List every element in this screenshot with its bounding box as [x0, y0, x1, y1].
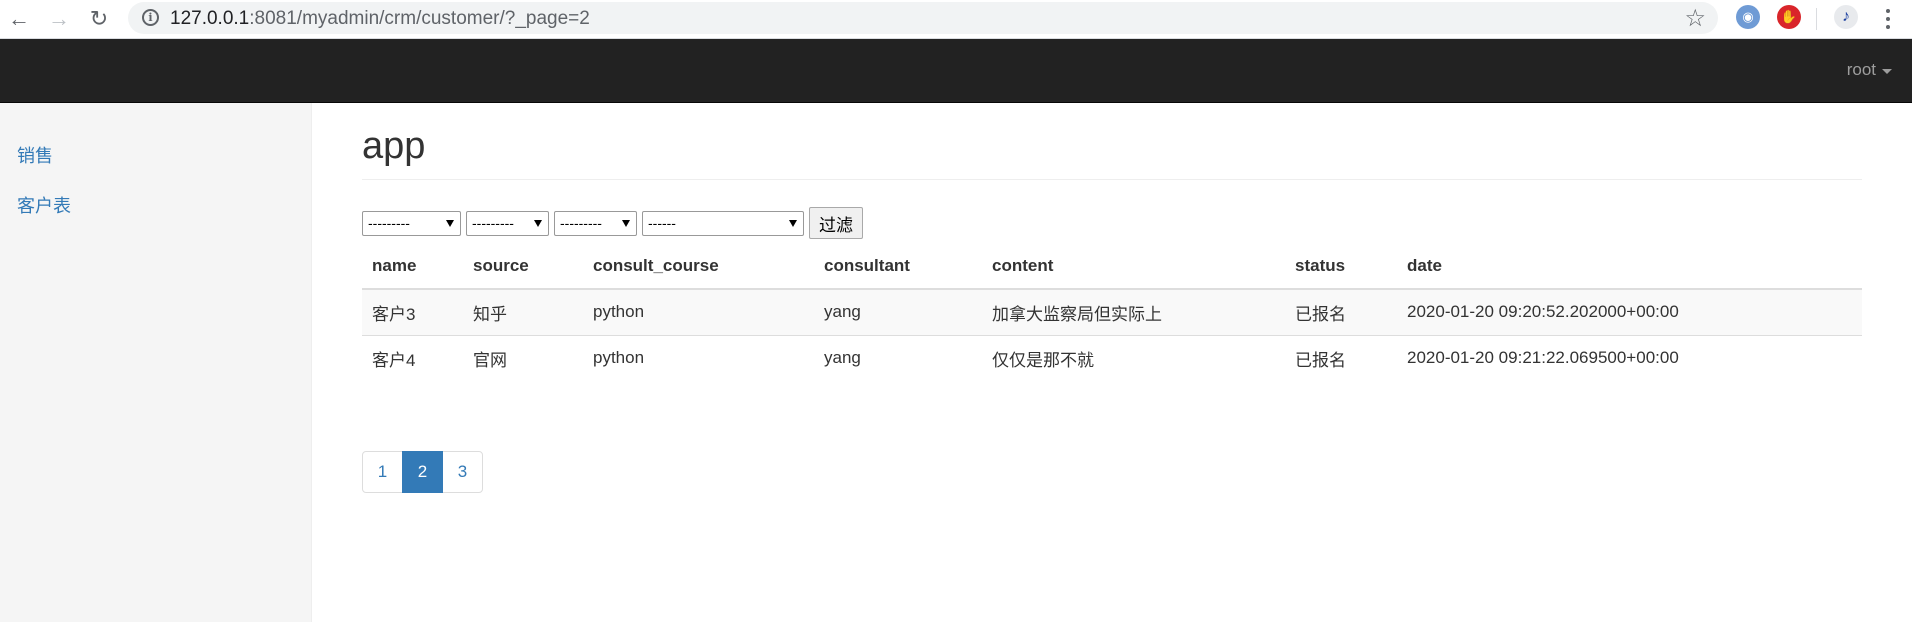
forward-icon[interactable]: →	[44, 4, 74, 34]
header-date[interactable]: date	[1397, 243, 1862, 290]
filter-select-2[interactable]: ---------	[466, 210, 549, 236]
page-link-1[interactable]: 1	[362, 451, 403, 493]
page-link-2-active[interactable]: 2	[402, 451, 443, 493]
cell-consult-course: python	[583, 334, 814, 381]
header-name[interactable]: name	[362, 243, 463, 290]
cell-content: 加拿大监察局但实际上	[982, 288, 1285, 335]
top-navbar: root	[0, 39, 1912, 103]
title-divider	[362, 179, 1862, 180]
browser-menu-icon[interactable]	[1876, 4, 1900, 34]
header-source[interactable]: source	[463, 243, 583, 290]
dropdown-arrow-icon	[622, 219, 630, 227]
cell-status: 已报名	[1285, 334, 1397, 381]
pagination: 1 2 3	[362, 451, 483, 493]
caret-down-icon	[1882, 68, 1892, 74]
page-title: app	[362, 125, 426, 167]
cell-name: 客户3	[362, 288, 463, 335]
cell-consult-course: python	[583, 288, 814, 335]
adblock-icon[interactable]: ✋	[1777, 5, 1801, 29]
header-content[interactable]: content	[982, 243, 1285, 290]
reload-icon[interactable]: ↻	[84, 4, 114, 34]
browser-toolbar: ← → ↻ i 127.0.0.1:8081/myadmin/crm/custo…	[0, 0, 1912, 39]
cell-source: 官网	[463, 334, 583, 381]
bookmark-star-icon[interactable]: ☆	[1684, 4, 1706, 33]
filter-select-3[interactable]: ---------	[554, 210, 637, 236]
sidebar-item-customers[interactable]: 客户表	[17, 192, 71, 218]
header-consultant[interactable]: consultant	[814, 243, 982, 290]
address-bar[interactable]: i 127.0.0.1:8081/myadmin/crm/customer/?_…	[128, 2, 1718, 34]
extension-icon[interactable]: ◉	[1736, 5, 1760, 29]
cell-date: 2020-01-20 09:20:52.202000+00:00	[1397, 288, 1862, 335]
filter-select-4[interactable]: ------	[642, 210, 804, 236]
customer-table: name source consult_course consultant co…	[362, 243, 1862, 381]
table-row[interactable]: 客户4 官网 python yang 仅仅是那不就 已报名 2020-01-20…	[362, 334, 1862, 381]
back-icon[interactable]: ←	[4, 4, 34, 34]
header-status[interactable]: status	[1285, 243, 1397, 290]
cell-name: 客户4	[362, 334, 463, 381]
user-dropdown[interactable]: root	[1847, 60, 1892, 80]
dropdown-arrow-icon	[789, 219, 797, 227]
sidebar: 销售 客户表	[0, 103, 312, 622]
filter-button[interactable]: 过滤	[809, 207, 863, 239]
sidebar-item-sales[interactable]: 销售	[17, 142, 53, 168]
user-name: root	[1846, 60, 1876, 79]
cell-content: 仅仅是那不就	[982, 334, 1285, 381]
dropdown-arrow-icon	[446, 219, 454, 227]
cell-consultant: yang	[814, 334, 982, 381]
profile-avatar-icon[interactable]: ♪	[1834, 5, 1858, 29]
page-link-3[interactable]: 3	[442, 451, 483, 493]
cell-consultant: yang	[814, 288, 982, 335]
table-row[interactable]: 客户3 知乎 python yang 加拿大监察局但实际上 已报名 2020-0…	[362, 288, 1862, 335]
filter-select-1[interactable]: ---------	[362, 210, 461, 236]
cell-source: 知乎	[463, 288, 583, 335]
cell-status: 已报名	[1285, 288, 1397, 335]
url-text[interactable]: 127.0.0.1:8081/myadmin/crm/customer/?_pa…	[170, 8, 590, 30]
toolbar-divider	[1816, 8, 1817, 30]
cell-date: 2020-01-20 09:21:22.069500+00:00	[1397, 334, 1862, 381]
filter-bar: --------- --------- --------- ------ 过滤	[362, 207, 863, 239]
table-header-row: name source consult_course consultant co…	[362, 243, 1862, 290]
info-icon[interactable]: i	[142, 9, 159, 26]
dropdown-arrow-icon	[534, 219, 542, 227]
header-consult-course[interactable]: consult_course	[583, 243, 814, 290]
